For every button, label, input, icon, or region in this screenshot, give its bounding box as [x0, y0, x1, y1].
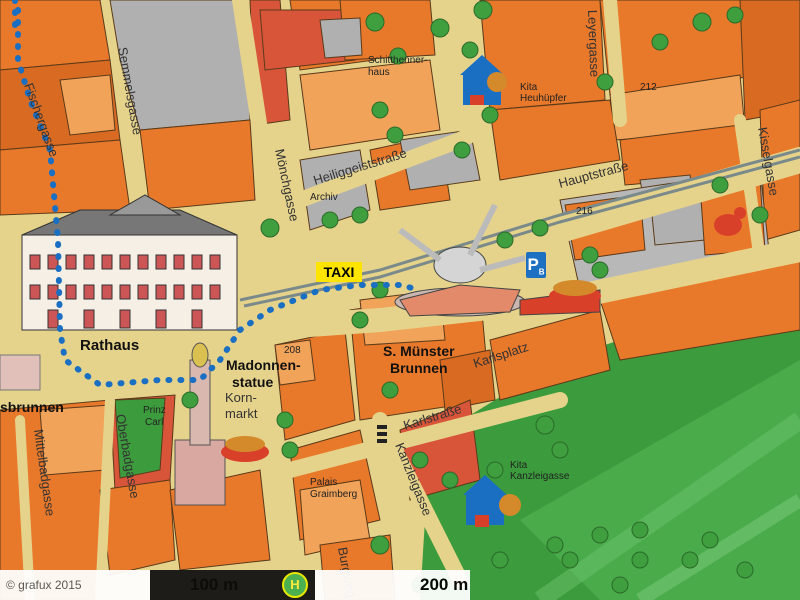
- market-basket-icon-2: [549, 280, 601, 306]
- scale-label-200m: 200 m: [420, 575, 469, 594]
- scale-label-100m: 100 m: [190, 575, 239, 594]
- house-number-208: 208: [284, 345, 301, 356]
- label-schitthenner-1: Schitthenner-: [368, 55, 427, 66]
- label-kornmarkt-1: Korn-: [225, 390, 257, 405]
- market-basket-icon: [221, 436, 269, 462]
- label-madonnenstatue-1: Madonnen-: [226, 357, 301, 373]
- parking-sub-label: B: [538, 267, 545, 277]
- street-leyergasse: Leyergasse: [585, 10, 602, 78]
- label-kita2-2: Kanzleigasse: [510, 471, 570, 482]
- scale-bar: © grafux 2015 100 m 200 m: [0, 570, 470, 600]
- label-rathaus: Rathaus: [80, 337, 139, 354]
- map-canvas: Fischergasse Semmelsgasse Mönchgasse Hei…: [0, 0, 800, 600]
- label-brunnen-1: S. Münster: [383, 343, 455, 359]
- parking-icon[interactable]: PB: [526, 252, 546, 278]
- city-map[interactable]: Fischergasse Semmelsgasse Mönchgasse Hei…: [0, 0, 800, 600]
- label-prinz-carl-2: Carl: [145, 417, 163, 428]
- label-brunnen-2: Brunnen: [390, 360, 448, 376]
- house-number-212: 212: [640, 82, 657, 93]
- parking-label: P: [527, 255, 539, 274]
- label-kornmarkt-2: markt: [225, 406, 258, 421]
- copyright-text: © grafux 2015: [6, 578, 82, 592]
- label-madonnenstatue-2: statue: [232, 374, 273, 390]
- label-brunnen-left: sbrunnen: [0, 399, 64, 415]
- label-palais-2: Graimberg: [310, 489, 357, 500]
- bus-stop-icon[interactable]: H: [282, 572, 308, 598]
- label-palais-1: Palais: [310, 477, 337, 488]
- label-kita1-1: Kita: [520, 82, 538, 93]
- taxi-stand-sign[interactable]: TAXI: [316, 262, 362, 282]
- label-kita2-1: Kita: [510, 460, 528, 471]
- house-number-216: 216: [576, 206, 593, 217]
- label-prinz-carl-1: Prinz: [143, 405, 166, 416]
- crosswalk: [377, 425, 387, 443]
- label-kita1-2: Heuhüpfer: [520, 93, 567, 104]
- left-fountain: [0, 354, 41, 391]
- label-schitthenner-2: haus: [368, 67, 390, 78]
- label-archiv: Archiv: [310, 192, 338, 203]
